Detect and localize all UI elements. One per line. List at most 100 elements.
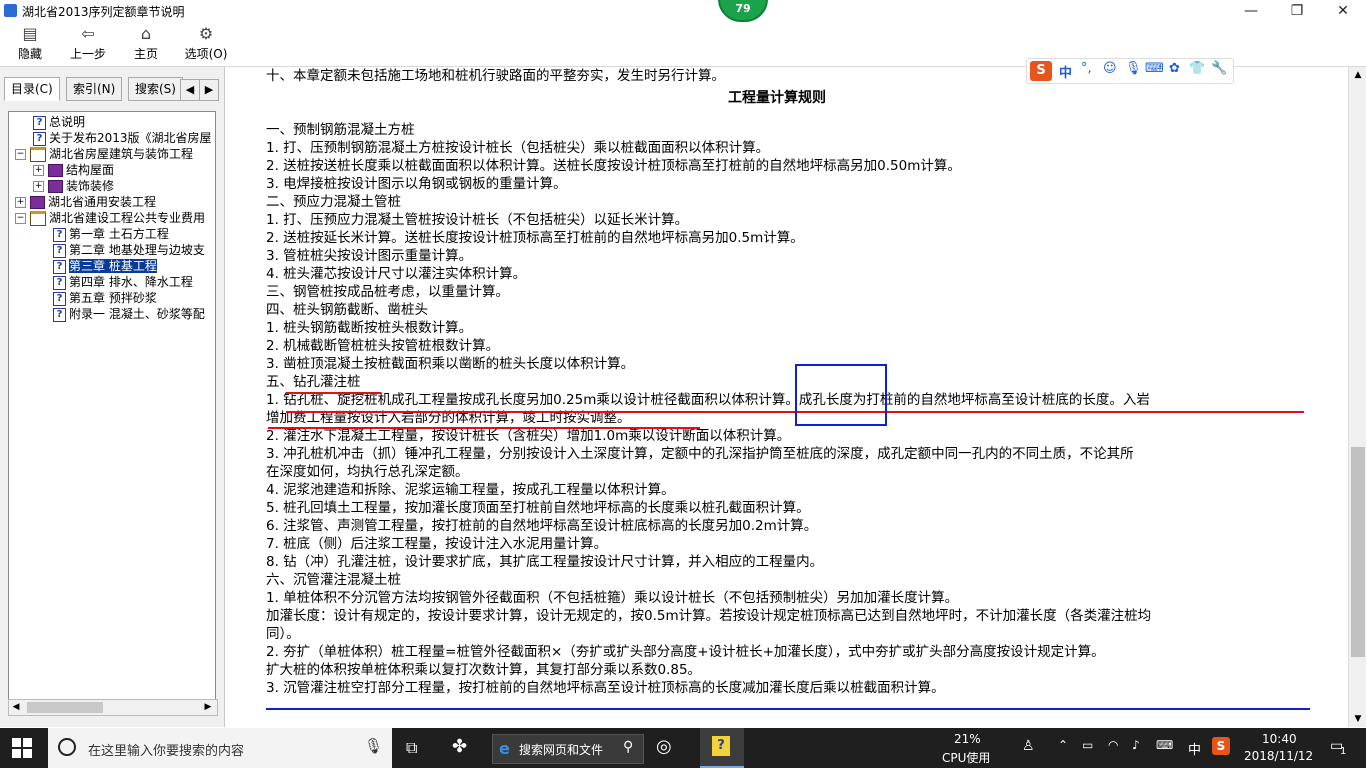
pinwheel-app-icon[interactable]: ✤ xyxy=(452,736,467,757)
volume-icon[interactable]: ♪ xyxy=(1132,738,1140,752)
tree-item[interactable]: + 结构屋面 xyxy=(33,162,114,178)
scroll-thumb[interactable] xyxy=(27,702,103,713)
taskbar-search-box[interactable]: 在这里输入你要搜索的内容 🎙 xyxy=(48,728,392,768)
tree-item-selected[interactable]: ? 第三章 桩基工程 xyxy=(53,258,157,274)
cpu-percent: 21% xyxy=(954,732,981,746)
ime-toolbar[interactable]: S 中 °, ☺ 🎙 ⌨ ✿ 👕 🔧 xyxy=(1026,58,1234,84)
rule-line: 3. 冲孔桩机冲击（抓）锤冲孔工程量，分别按设计入土深度计算，定额中的孔深指护筒… xyxy=(266,446,1134,462)
people-icon[interactable]: ♙ xyxy=(1022,738,1035,754)
window-title: 湖北省2013序列定额章节说明 xyxy=(22,5,185,19)
wifi-icon[interactable]: ◠ xyxy=(1108,738,1118,752)
browser-search-box[interactable]: e 搜索网页和文件 ⚲ xyxy=(492,734,644,764)
skin-icon[interactable]: ✿ xyxy=(1169,61,1180,76)
clock-date[interactable]: 2018/11/12 xyxy=(1244,749,1313,763)
microphone-icon[interactable]: 🎙 xyxy=(1125,61,1142,76)
tree-item[interactable]: ? 附录一 混凝土、砂浆等配 xyxy=(53,306,205,322)
windows-start-icon[interactable] xyxy=(12,738,32,758)
wrench-icon[interactable]: 🔧 xyxy=(1211,61,1227,76)
tree-item[interactable]: − 湖北省建设工程公共专业费用 xyxy=(15,210,205,226)
annotation-underline xyxy=(268,427,700,429)
tree-item[interactable]: + 装饰装修 xyxy=(33,178,114,194)
options-button[interactable]: ⚙ 选项(O) xyxy=(182,22,230,66)
tree-item[interactable]: ? 第一章 土石方工程 xyxy=(53,226,169,242)
sogou-tray-icon[interactable]: S xyxy=(1212,737,1230,755)
minimize-button[interactable]: — xyxy=(1228,0,1274,22)
annotation-underline xyxy=(286,392,381,394)
help-topic-icon: ? xyxy=(53,275,66,290)
rule-line: 二、预应力混凝土管桩 xyxy=(266,194,401,210)
tab-scroll-left[interactable]: ◀ xyxy=(180,79,200,101)
tab-contents[interactable]: 目录(C) xyxy=(4,77,60,101)
rule-line: 六、沉管灌注混凝土桩 xyxy=(266,572,401,588)
rule-line: 1. 钻孔桩、旋挖桩机成孔工程量按成孔长度另加0.25m乘以设计桩径截面积以体积… xyxy=(266,392,1150,408)
expand-icon[interactable]: + xyxy=(33,165,44,176)
contents-tree: ? 总说明 ? 关于发布2013版《湖北省房屋 − 湖北省房屋建筑与装饰工程 + 结构屋… xyxy=(8,111,216,713)
tree-item[interactable]: ? 总说明 xyxy=(33,114,85,130)
home-icon: ⌂ xyxy=(140,24,152,43)
rule-line: 2. 送桩按送桩长度乘以桩截面面积以体积计算。送桩长度按设计桩顶标高至打桩前的自… xyxy=(266,158,961,174)
tab-scroll-right[interactable]: ▶ xyxy=(199,79,219,101)
browser-app-icon[interactable]: ◎ xyxy=(656,736,672,757)
app-icon xyxy=(4,4,17,17)
taskbar: 在这里输入你要搜索的内容 🎙 ⧉ ✤ e 搜索网页和文件 ⚲ ◎ ? 21% C… xyxy=(0,728,1366,768)
help-app-taskbar-button[interactable]: ? xyxy=(700,728,744,768)
tree-item[interactable]: ? 第五章 预拌砂浆 xyxy=(53,290,157,306)
emoji-icon[interactable]: ☺ xyxy=(1103,61,1117,76)
scroll-thumb[interactable] xyxy=(1351,447,1365,657)
rule-line: 1. 桩头钢筋截断按桩头根数计算。 xyxy=(266,320,473,336)
scroll-right-arrow[interactable]: ▶ xyxy=(201,700,215,715)
collapse-icon[interactable]: − xyxy=(15,213,26,224)
back-label: 上一步 xyxy=(69,47,106,61)
book-icon xyxy=(48,180,63,193)
close-button[interactable]: ✕ xyxy=(1320,0,1366,22)
cortana-icon xyxy=(58,738,76,756)
scroll-up-arrow[interactable]: ▲ xyxy=(1349,67,1366,83)
tree-item[interactable]: ? 关于发布2013版《湖北省房屋 xyxy=(33,130,212,146)
content-vertical-scrollbar[interactable]: ▲ ▼ xyxy=(1348,67,1366,727)
tree-item[interactable]: − 湖北省房屋建筑与装饰工程 xyxy=(15,146,193,162)
back-arrow-icon: ⇦ xyxy=(81,24,95,43)
tab-index[interactable]: 索引(N) xyxy=(66,77,123,101)
ime-language[interactable]: 中 xyxy=(1059,62,1072,81)
search-placeholder: 在这里输入你要搜索的内容 xyxy=(88,744,245,759)
rule-line: 3. 凿桩顶混凝土按桩截面积乘以凿断的桩头长度以体积计算。 xyxy=(266,356,635,372)
tab-search[interactable]: 搜索(S) xyxy=(128,77,183,101)
expand-icon[interactable]: + xyxy=(15,197,26,208)
scroll-down-arrow[interactable]: ▼ xyxy=(1349,711,1366,727)
clock-time[interactable]: 10:40 xyxy=(1262,732,1297,746)
punctuation-icon[interactable]: °, xyxy=(1081,61,1092,76)
tree-item[interactable]: + 湖北省通用安装工程 xyxy=(15,194,156,210)
home-button[interactable]: ⌂ 主页 xyxy=(128,22,164,66)
battery-icon[interactable]: ▭ xyxy=(1082,738,1093,752)
ime-indicator[interactable]: 中 xyxy=(1188,739,1201,758)
rule-line: 4. 泥浆池建造和拆除、泥浆运输工程量，按成孔工程量以体积计算。 xyxy=(266,482,675,498)
help-topic-icon: ? xyxy=(53,307,66,322)
rule-line: 6. 注浆管、声测管工程量，按打桩前的自然地坪标高至设计桩底标高的长度另加0.2… xyxy=(266,518,818,534)
content-bottom-rule xyxy=(266,708,1310,710)
tree-horizontal-scrollbar[interactable]: ◀ ▶ xyxy=(8,699,218,716)
rule-line: 四、桩头钢筋截断、凿桩头 xyxy=(266,302,428,318)
tree-item[interactable]: ? 第四章 排水、降水工程 xyxy=(53,274,193,290)
keyboard-icon[interactable]: ⌨ xyxy=(1156,738,1173,752)
cpu-label: CPU使用 xyxy=(942,751,991,765)
rule-line: 加灌长度：设计有规定的，按设计要求计算，设计无规定的，按0.5m计算。若按设计规… xyxy=(266,608,1152,624)
help-topic-icon: ? xyxy=(53,259,66,274)
hide-button[interactable]: ▤ 隐藏 xyxy=(10,22,50,66)
rule-line: 五、钻孔灌注桩 xyxy=(266,374,361,390)
options-label: 选项(O) xyxy=(184,47,228,61)
keyboard-icon[interactable]: ⌨ xyxy=(1145,61,1164,76)
maximize-button[interactable]: ❐ xyxy=(1274,0,1320,22)
book-icon xyxy=(48,164,63,177)
notification-count: 1 xyxy=(1340,746,1347,757)
chevron-up-icon[interactable]: ⌃ xyxy=(1058,738,1068,752)
scroll-left-arrow[interactable]: ◀ xyxy=(9,700,23,715)
collapse-icon[interactable]: − xyxy=(15,149,26,160)
expand-icon[interactable]: + xyxy=(33,181,44,192)
shirt-icon[interactable]: 👕 xyxy=(1189,61,1205,76)
help-topic-icon: ? xyxy=(53,243,66,258)
microphone-icon[interactable]: 🎙 xyxy=(364,737,383,755)
tree-item[interactable]: ? 第二章 地基处理与边坡支 xyxy=(53,242,205,258)
back-button[interactable]: ⇦ 上一步 xyxy=(64,22,112,66)
task-view-icon[interactable]: ⧉ xyxy=(406,738,417,758)
help-topic-icon: ? xyxy=(33,115,46,130)
